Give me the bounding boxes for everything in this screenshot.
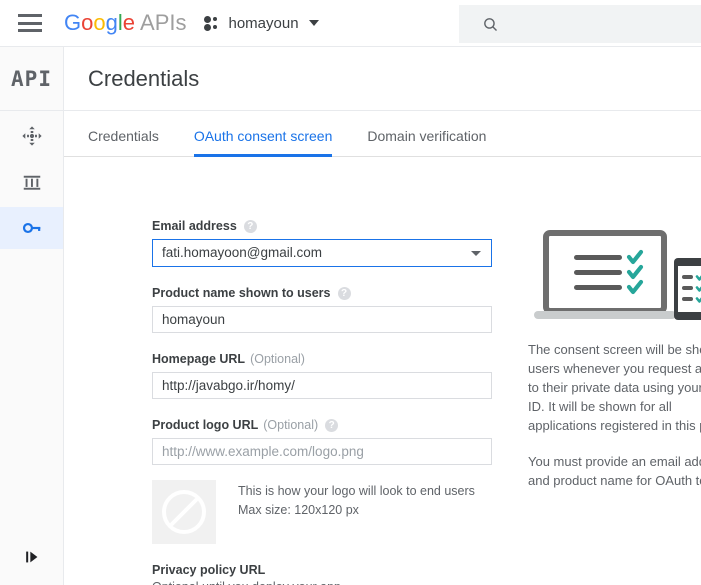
product-logo-url-label-row: Product logo URL (Optional) ? (152, 418, 492, 432)
info-paragraph-2: You must provide an email address and pr… (528, 452, 701, 490)
logo-preview-box (152, 480, 216, 544)
dashboard-icon (21, 125, 43, 147)
product-name-input[interactable] (152, 306, 492, 333)
api-logo: API (0, 47, 63, 111)
hamburger-menu-icon[interactable] (18, 14, 42, 32)
page-header: Credentials (64, 47, 701, 111)
help-icon[interactable]: ? (244, 220, 257, 233)
logo-preview-notes: This is how your logo will look to end u… (238, 480, 475, 520)
apis-wordmark: APIs (140, 10, 186, 36)
hamburger-bar (18, 22, 42, 25)
email-label: Email address (152, 219, 237, 233)
google-apis-logo[interactable]: Google APIs (64, 10, 186, 36)
project-dots-icon (204, 16, 221, 30)
product-logo-url-label: Product logo URL (152, 418, 258, 432)
optional-tag: (Optional) (250, 352, 305, 366)
privacy-policy-url-label: Privacy policy URL (152, 563, 265, 577)
search-input[interactable] (459, 5, 701, 43)
product-name-label: Product name shown to users (152, 286, 331, 300)
chevron-down-icon[interactable] (309, 20, 319, 26)
product-logo-url-input[interactable] (152, 438, 492, 465)
tab-credentials[interactable]: Credentials (88, 128, 159, 156)
key-icon (21, 217, 43, 239)
sidebar-item-dashboard[interactable] (0, 115, 63, 157)
email-select[interactable]: fati.homayoon@gmail.com (152, 239, 492, 267)
laptop-and-phone-checklist-illustration (528, 225, 701, 335)
page-title: Credentials (88, 66, 199, 92)
privacy-policy-sublabel: Optional until you deploy your app (152, 580, 492, 585)
tab-oauth-consent-screen[interactable]: OAuth consent screen (194, 128, 333, 156)
chevron-down-icon[interactable] (471, 251, 481, 256)
tab-domain-verification[interactable]: Domain verification (367, 128, 486, 156)
search-icon (482, 16, 499, 33)
sidebar-item-library[interactable] (0, 161, 63, 203)
homepage-url-input[interactable] (152, 372, 492, 399)
tab-bar: Credentials OAuth consent screen Domain … (64, 111, 701, 157)
homepage-url-label: Homepage URL (152, 352, 245, 366)
google-wordmark: Google (64, 10, 135, 36)
library-icon (21, 171, 43, 193)
privacy-policy-label-row: Privacy policy URL (152, 563, 492, 577)
project-name: homayoun (228, 15, 298, 32)
help-icon[interactable]: ? (338, 287, 351, 300)
info-panel: The consent screen will be shown to user… (528, 225, 701, 507)
logo-note-line1: This is how your logo will look to end u… (238, 482, 475, 501)
expand-sidebar-icon (22, 547, 42, 567)
info-panel-text: The consent screen will be shown to user… (528, 340, 701, 490)
hamburger-bar (18, 29, 42, 32)
optional-tag: (Optional) (263, 418, 318, 432)
email-label-row: Email address ? (152, 219, 492, 233)
expand-sidebar-button[interactable] (0, 539, 64, 575)
help-icon[interactable]: ? (325, 419, 338, 432)
logo-preview-row: This is how your logo will look to end u… (152, 480, 492, 544)
sidebar-item-credentials[interactable] (0, 207, 63, 249)
main-content: Credentials Credentials OAuth consent sc… (64, 47, 701, 585)
logo-note-line2: Max size: 120x120 px (238, 501, 475, 520)
info-paragraph-1: The consent screen will be shown to user… (528, 340, 701, 435)
app-root: Google APIs homayoun API (0, 0, 701, 585)
hamburger-bar (18, 14, 42, 17)
product-name-label-row: Product name shown to users ? (152, 286, 492, 300)
no-image-blocked-icon (152, 480, 216, 544)
top-bar: Google APIs homayoun (0, 0, 701, 47)
project-selector[interactable]: homayoun (204, 15, 318, 32)
left-rail: API (0, 47, 64, 585)
email-select-wrap: fati.homayoon@gmail.com (152, 239, 492, 267)
oauth-consent-form: Email address ? fati.homayoon@gmail.com … (152, 219, 492, 585)
homepage-url-label-row: Homepage URL (Optional) (152, 352, 492, 366)
